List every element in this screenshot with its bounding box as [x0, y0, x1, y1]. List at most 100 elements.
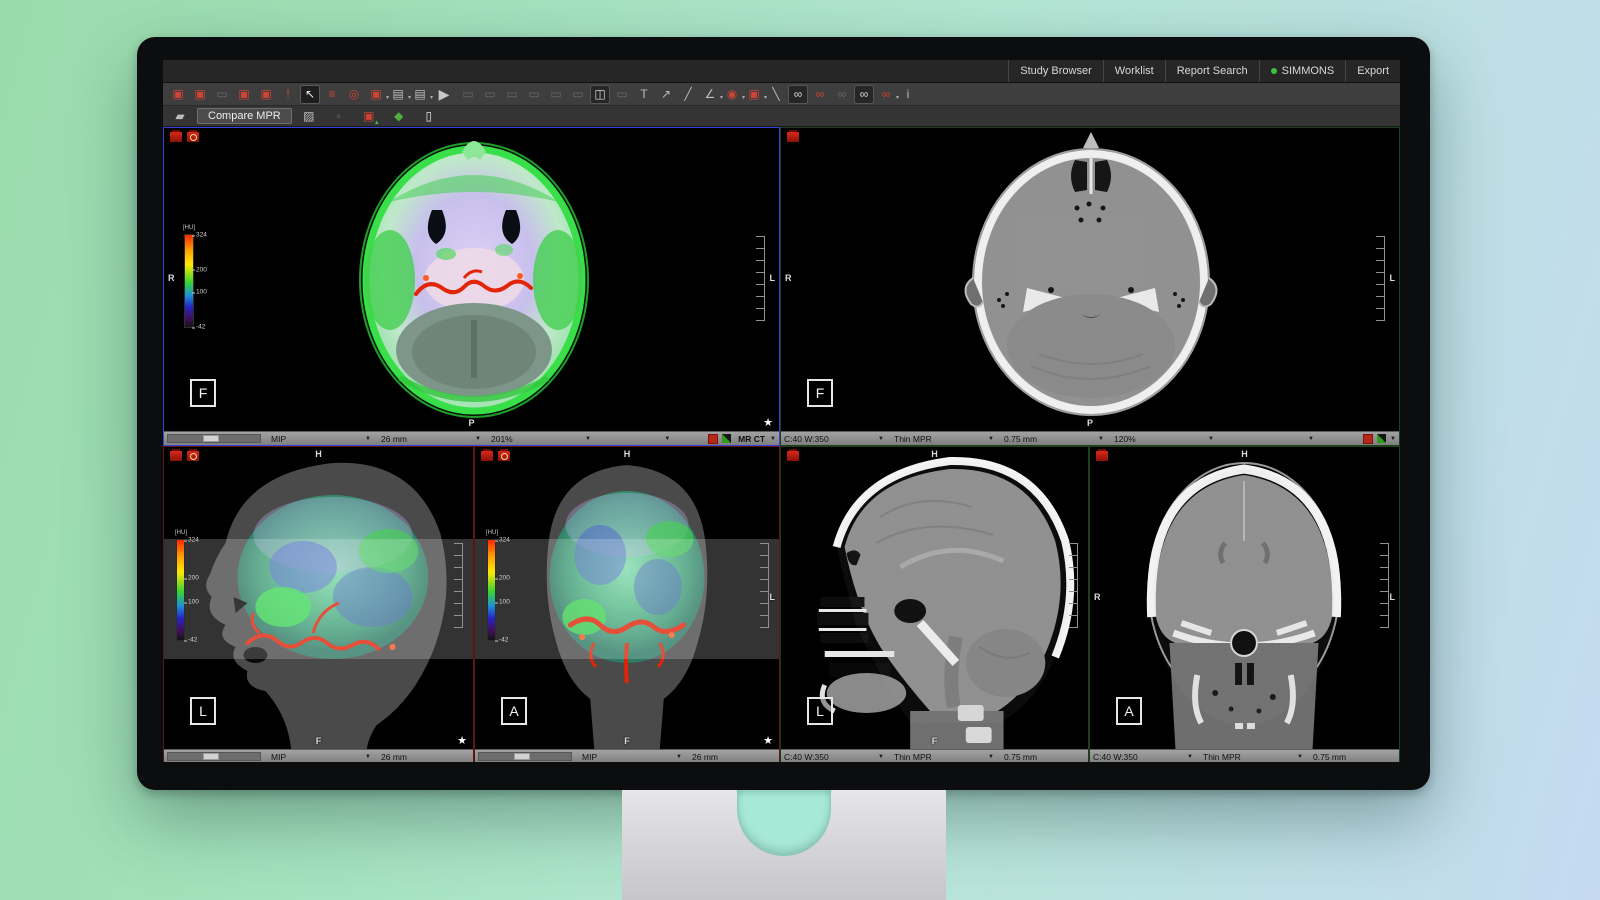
statusbar-dropdown-2[interactable]: 201% ▼ [491, 434, 599, 444]
viewport-ct-coronal[interactable]: HRLA C:40 W:350▼Thin MPR▼0.75 mm▼142%▼▼▼ [1089, 446, 1400, 762]
fused-sagittal-image [164, 447, 473, 749]
load-study-icon[interactable]: ▣ [234, 85, 254, 104]
marker-alert-icon[interactable]: ! [278, 85, 298, 104]
dual-window-icon[interactable]: ◫ [590, 85, 610, 104]
statusbar-fused-coronal[interactable]: MIP▼26 mm▼238%▼▼MR CT▼ [475, 749, 779, 762]
orientation-cube-icon [1377, 434, 1386, 443]
link-options-icon[interactable]: ∞▾ [876, 85, 896, 104]
arrow-annotation-icon[interactable]: ↗ [656, 85, 676, 104]
film-export-icon[interactable]: ▣▾ [744, 85, 764, 104]
pointer-tool-icon[interactable]: ↖ [300, 85, 320, 104]
statusbar-fused-axial[interactable]: MIP▼26 mm▼201%▼▼MR CT▼ [164, 431, 779, 445]
annotate-image-icon[interactable]: ▨ [299, 107, 319, 126]
ct-axial-image [781, 128, 1399, 431]
import-snapshot-icon[interactable]: ▣ [359, 107, 379, 126]
split-view-icon: ▭ [480, 85, 500, 104]
slice-slider[interactable] [167, 434, 261, 443]
info-icon[interactable]: i [898, 85, 918, 104]
link-all-icon[interactable]: ∞ [854, 85, 874, 104]
chevron-down-icon: ▼ [585, 436, 591, 442]
statusbar-dropdown-1[interactable]: 26 mm▼ [381, 752, 489, 762]
viewport-ct-axial[interactable]: PRLF C:40 W:350▼Thin MPR▼0.75 mm▼120%▼▼▼ [780, 127, 1400, 446]
statusbar-value: 120% [1114, 434, 1136, 444]
statusbar-dropdown-0[interactable]: C:40 W:350▼ [784, 752, 892, 762]
patient-record-icon[interactable]: ▯ [419, 107, 439, 126]
statusbar-ct-axial[interactable]: C:40 W:350▼Thin MPR▼0.75 mm▼120%▼ ▼ ▼ [781, 431, 1399, 445]
statusbar-dropdown-1[interactable]: Thin MPR ▼ [1203, 752, 1311, 762]
menu-worklist[interactable]: Worklist [1103, 60, 1165, 82]
statusbar-ct-sagittal[interactable]: C:40 W:350▼Thin MPR▼0.75 mm▼142%▼▼▼ [781, 749, 1088, 762]
menu-study-browser[interactable]: Study Browser [1008, 60, 1103, 82]
monitor-stand-cutout [737, 790, 831, 856]
sync-position-icon[interactable]: ∞ [810, 85, 830, 104]
scroll-layout-icon[interactable]: ▣▾ [366, 85, 386, 104]
unload-study-icon[interactable]: ▣ [256, 85, 276, 104]
link-series-icon[interactable]: ∞ [788, 85, 808, 104]
statusbar-dropdown-0[interactable]: C:40 W:350▼ [784, 434, 892, 444]
slice-slider[interactable] [167, 752, 261, 761]
ct-sagittal-image [781, 447, 1088, 749]
statusbar-dropdown-3[interactable]: 120%▼ [1114, 434, 1222, 444]
text-annotation-icon[interactable]: T [634, 85, 654, 104]
viewport-fused-coronal[interactable]: HFL[HU]324200100-42A★ MIP▼26 mm▼238%▼▼MR… [474, 446, 780, 762]
slider-handle[interactable] [514, 753, 530, 760]
statusbar-value: 0.75 mm [1004, 434, 1037, 444]
statusbar-value: C:40 W:350 [784, 434, 829, 444]
statusbar-value: 26 mm [381, 434, 407, 444]
statusbar-ct-coronal[interactable]: C:40 W:350▼Thin MPR▼0.75 mm▼142%▼▼▼ [1090, 749, 1399, 762]
series-color-icon [1363, 434, 1373, 444]
statusbar-dropdown-2[interactable]: 0.75 mm▼ [1004, 434, 1112, 444]
snapshot-icon[interactable]: ◉▾ [722, 85, 742, 104]
statusbar-dropdown-0[interactable]: MIP▼ [271, 752, 379, 762]
fused-coronal-image [475, 447, 779, 749]
compare-mpr-button[interactable]: Compare MPR [197, 108, 292, 124]
preset-dropdown-icon[interactable]: ▼ [1308, 436, 1314, 442]
statusbar-value: Thin MPR [1203, 752, 1241, 762]
play-cine-icon[interactable]: ▶ [432, 85, 456, 104]
statusbar-value: 201% [491, 434, 513, 444]
measure-angle-icon[interactable]: ∠▾ [700, 85, 720, 104]
chevron-down-icon: ▼ [988, 754, 994, 760]
statusbar-dropdown-1[interactable]: 26 mm▼ [381, 434, 489, 444]
statusbar-dropdown-0[interactable]: MIP▼ [271, 434, 379, 444]
viewport-fused-axial[interactable]: PRL[HU]324200100-42F★ MIP▼26 mm▼201%▼▼MR… [163, 127, 780, 446]
close-patient-icon[interactable]: ▣ [190, 85, 210, 104]
menu-report-search[interactable]: Report Search [1165, 60, 1259, 82]
export-mesh-icon[interactable]: ◆ [389, 107, 409, 126]
menu-user-simmons[interactable]: SIMMONS [1259, 60, 1346, 82]
desktop-background: Study Browser Worklist Report Search SIM… [0, 0, 1600, 900]
statusbar-menu-icon[interactable]: ▼ [770, 436, 776, 442]
menu-export[interactable]: Export [1345, 60, 1400, 82]
top-menu-bar: Study Browser Worklist Report Search SIM… [163, 60, 1400, 83]
slider-handle[interactable] [203, 435, 219, 442]
save-window-icon: ▭ [612, 85, 632, 104]
pencil-tool-icon[interactable]: ╲ [766, 85, 786, 104]
slice-slider[interactable] [478, 752, 572, 761]
viewport-fused-sagittal[interactable]: HF[HU]324200100-42L★ MIP▼26 mm▼238%▼▼MR … [163, 446, 474, 762]
statusbar-value: 0.75 mm [1004, 752, 1037, 762]
windowing-icon[interactable]: ◎ [344, 85, 364, 104]
edit-annotation-icon[interactable]: ▰ [170, 107, 190, 126]
measure-line-icon[interactable]: ╱ [678, 85, 698, 104]
chevron-down-icon: ▼ [1297, 754, 1303, 760]
statusbar-menu-icon[interactable]: ▼ [1390, 436, 1396, 442]
preset-dropdown-icon[interactable]: ▼ [664, 436, 670, 442]
workflow-post-icons: ▨▫▣◆▯ [298, 107, 440, 126]
series-layout-icon[interactable]: ▣ [168, 85, 188, 104]
statusbar-dropdown-2[interactable]: 0.75 mm▼ [1313, 752, 1400, 762]
segment-brush-icon[interactable]: ▤▾ [410, 85, 430, 104]
statusbar-dropdown-0[interactable]: MIP▼ [582, 752, 690, 762]
statusbar-value: C:40 W:350 [784, 752, 829, 762]
statusbar-dropdown-0[interactable]: C:40 W:350▼ [1093, 752, 1201, 762]
statusbar-value: 26 mm [692, 752, 718, 762]
slider-handle[interactable] [203, 753, 219, 760]
app-window: Study Browser Worklist Report Search SIM… [163, 60, 1400, 762]
stack-scroll-icon[interactable]: ≡ [322, 85, 342, 104]
viewport-ct-sagittal[interactable]: HFL C:40 W:350▼Thin MPR▼0.75 mm▼142%▼▼▼ [780, 446, 1089, 762]
statusbar-dropdown-1[interactable]: Thin MPR▼ [894, 434, 1002, 444]
statusbar-dropdown-1[interactable]: Thin MPR▼ [894, 752, 1002, 762]
ct-coronal-image [1090, 447, 1399, 749]
statusbar-fused-sagittal[interactable]: MIP▼26 mm▼238%▼▼MR CT▼ [164, 749, 473, 762]
image-layout-icon[interactable]: ▤▾ [388, 85, 408, 104]
workflow-pre-icons: ▰ [169, 107, 191, 126]
